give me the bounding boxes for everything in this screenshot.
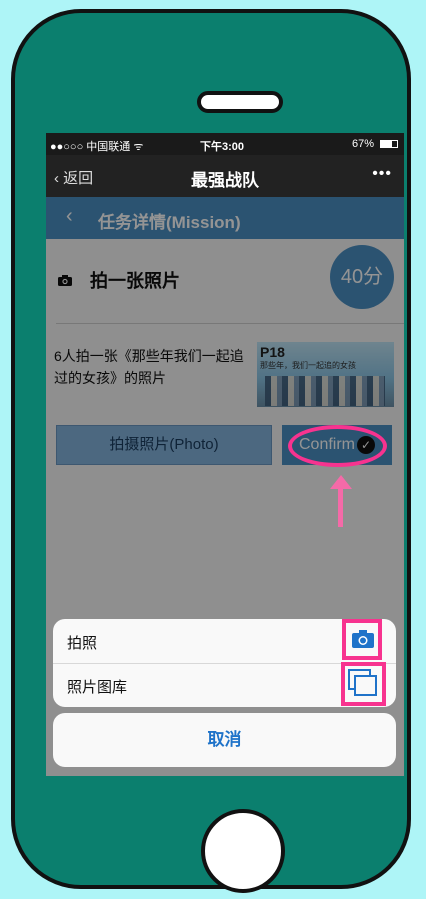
speaker-slot	[197, 91, 283, 113]
action-label: 照片图库	[67, 679, 128, 696]
confirm-highlight-ellipse	[288, 425, 387, 467]
nav-title: 最强战队	[191, 171, 259, 190]
more-icon[interactable]: •••	[372, 165, 392, 183]
status-time: 下午3:00	[200, 141, 245, 153]
camera-highlight-box	[342, 619, 382, 660]
nav-bar: ‹ 返回 最强战队 •••	[46, 155, 404, 197]
action-label: 拍照	[67, 635, 98, 652]
phone-screen: ●●○○○ 中国联通 ᯤ 下午3:00 67% ‹ 返回 最强战队 ••• ‹ …	[46, 133, 404, 776]
status-bar: ●●○○○ 中国联通 ᯤ 下午3:00 67%	[46, 133, 404, 155]
battery-icon	[380, 140, 398, 148]
home-button[interactable]	[201, 809, 285, 893]
cancel-button[interactable]: 取消	[53, 713, 396, 767]
arrow-shaft	[338, 487, 343, 527]
carrier-label: ●●○○○ 中国联通 ᯤ	[50, 141, 144, 153]
battery-percent: 67%	[351, 138, 374, 150]
library-highlight-box	[341, 662, 386, 706]
